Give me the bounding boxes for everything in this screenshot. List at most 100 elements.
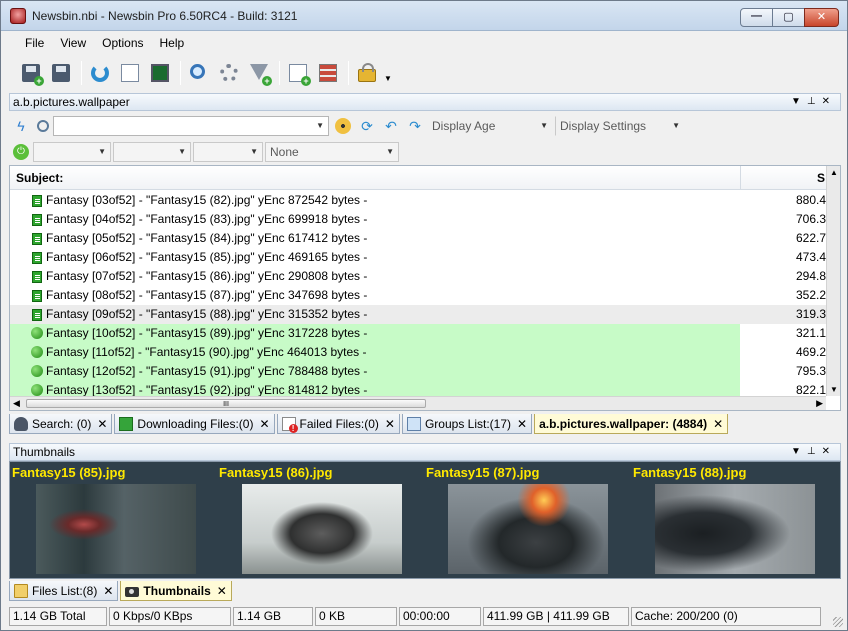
vertical-scrollbar[interactable]: ▲ ▼ — [826, 166, 840, 396]
close-tab-icon[interactable]: ✕ — [97, 417, 107, 431]
size-cell: 321.1 — [795, 326, 826, 340]
close-tab-icon[interactable]: ✕ — [217, 584, 227, 598]
tab[interactable]: Downloading Files:(0) ✕ — [114, 414, 275, 434]
radiation-icon[interactable] — [335, 118, 351, 134]
app-window: Newsbin.nbi - Newsbin Pro 6.50RC4 - Buil… — [0, 0, 848, 631]
status-remaining: 1.14 GB — [233, 607, 313, 626]
tab[interactable]: Search: (0) ✕ — [9, 414, 113, 434]
tab[interactable]: Thumbnails ✕ — [120, 581, 232, 601]
tab[interactable]: Groups List:(17) ✕ — [401, 414, 533, 434]
pin-icon[interactable]: ⊥ — [807, 96, 822, 107]
tab[interactable]: a.b.pictures.wallpaper: (4884) ✕ — [534, 414, 729, 434]
camera-icon — [125, 586, 140, 597]
status-downloaded: 0 KB — [315, 607, 397, 626]
group-panel-title: a.b.pictures.wallpaper — [13, 95, 130, 109]
table-row[interactable]: Fantasy [11of52] - "Fantasy15 (90).jpg" … — [10, 343, 826, 362]
refresh-small-icon[interactable]: ⟳ — [359, 118, 375, 134]
menu-options[interactable]: Options — [94, 36, 151, 50]
chevron-down-icon[interactable]: ▼ — [316, 117, 324, 135]
menu-file[interactable]: File — [17, 36, 52, 50]
size-cell: 294.8 — [795, 269, 826, 283]
close-tab-icon[interactable]: ✕ — [385, 417, 395, 431]
grid-header: Subject: S — [10, 166, 840, 190]
close-tab-icon[interactable]: ✕ — [259, 417, 269, 431]
filter-dropdown-2[interactable]: ▼ — [113, 142, 191, 162]
scroll-right-icon[interactable]: ▶ — [816, 398, 823, 409]
filter-dropdown-4[interactable]: None ▼ — [265, 142, 399, 162]
subject-text: Fantasy [10of52] - "Fantasy15 (89).jpg" … — [46, 326, 368, 340]
table-row[interactable]: Fantasy [12of52] - "Fantasy15 (91).jpg" … — [10, 362, 826, 381]
size-cell: 880.4 — [795, 193, 826, 207]
file-icon — [32, 252, 42, 264]
filter-dropdown-1[interactable]: ▼ — [33, 142, 111, 162]
table-row[interactable]: Fantasy [05of52] - "Fantasy15 (84).jpg" … — [10, 229, 826, 248]
redo-icon[interactable]: ↷ — [407, 118, 423, 134]
scroll-thumb[interactable]: III — [26, 399, 426, 408]
filter-dropdown-3[interactable]: ▼ — [193, 142, 263, 162]
close-button[interactable]: ✕ — [804, 8, 839, 27]
table-row[interactable]: Fantasy [06of52] - "Fantasy15 (85).jpg" … — [10, 248, 826, 267]
table-row[interactable]: Fantasy [07of52] - "Fantasy15 (86).jpg" … — [10, 267, 826, 286]
minimize-button[interactable]: — — [740, 8, 773, 27]
refresh-button[interactable] — [86, 59, 114, 87]
list-add-button[interactable] — [314, 59, 342, 87]
downloaded-ball-icon — [31, 346, 43, 358]
scroll-up-icon[interactable]: ▲ — [830, 168, 838, 177]
subject-column-header[interactable]: Subject: — [16, 171, 63, 185]
tab[interactable]: Files List:(8) ✕ — [9, 581, 119, 601]
undo-icon[interactable]: ↶ — [383, 118, 399, 134]
tab-label: a.b.pictures.wallpaper: (4884) — [539, 416, 708, 431]
display-settings-dropdown[interactable]: Display Settings ▼ — [555, 116, 685, 136]
maximize-button[interactable]: ▢ — [772, 8, 805, 27]
scroll-left-icon[interactable]: ◀ — [13, 398, 20, 409]
menu-help[interactable]: Help — [152, 36, 193, 50]
scroll-down-icon[interactable]: ▼ — [830, 385, 838, 394]
lock-icon — [358, 63, 376, 82]
thumbnail-item[interactable]: Fantasy15 (85).jpg — [10, 462, 215, 578]
thumbnail-image[interactable] — [448, 484, 608, 574]
size-column-header[interactable]: S — [740, 166, 840, 190]
lock-button[interactable] — [353, 59, 381, 87]
close-tab-icon[interactable]: ✕ — [103, 584, 113, 598]
lock-dropdown-icon[interactable]: ▼ — [384, 74, 392, 83]
monitor-button[interactable] — [146, 59, 174, 87]
panel-controls[interactable]: ▼⊥✕ — [791, 444, 836, 460]
horizontal-scrollbar[interactable]: ◀ III ▶ — [10, 396, 826, 410]
size-cell: 795.3 — [795, 364, 826, 378]
thumbnail-item[interactable]: Fantasy15 (87).jpg — [424, 462, 629, 578]
filter-button[interactable]: + — [245, 59, 273, 87]
search-input[interactable]: ▼ — [53, 116, 329, 136]
thumbnail-item[interactable]: Fantasy15 (88).jpg — [631, 462, 836, 578]
table-row[interactable]: Fantasy [09of52] - "Fantasy15 (88).jpg" … — [10, 305, 826, 324]
panel-close-icon[interactable]: ✕ — [822, 446, 836, 457]
table-row[interactable]: Fantasy [04of52] - "Fantasy15 (83).jpg" … — [10, 210, 826, 229]
server-button[interactable] — [116, 59, 144, 87]
search-icon[interactable] — [37, 120, 49, 132]
panel-controls[interactable]: ▼⊥✕ — [791, 94, 836, 110]
table-row[interactable]: Fantasy [10of52] - "Fantasy15 (89).jpg" … — [10, 324, 826, 343]
thumbnail-image[interactable] — [242, 484, 402, 574]
thumbnail-image[interactable] — [655, 484, 815, 574]
group-panel-header: a.b.pictures.wallpaper ▼⊥✕ — [9, 93, 841, 111]
settings-button[interactable] — [215, 59, 243, 87]
thumbnail-item[interactable]: Fantasy15 (86).jpg — [217, 462, 422, 578]
tab[interactable]: Failed Files:(0) ✕ — [276, 414, 400, 434]
save-add-button[interactable]: + — [17, 59, 45, 87]
resize-grip[interactable] — [833, 617, 843, 627]
pin-icon[interactable]: ⊥ — [807, 446, 822, 457]
monitor-icon — [151, 64, 169, 82]
table-row[interactable]: Fantasy [08of52] - "Fantasy15 (87).jpg" … — [10, 286, 826, 305]
panel-close-icon[interactable]: ✕ — [822, 96, 836, 107]
menu-view[interactable]: View — [52, 36, 94, 50]
close-tab-icon[interactable]: ✕ — [713, 417, 723, 431]
close-tab-icon[interactable]: ✕ — [517, 417, 527, 431]
save-button[interactable] — [47, 59, 75, 87]
power-icon[interactable]: ⏻ — [13, 144, 29, 160]
lightning-icon[interactable]: ϟ — [13, 118, 29, 134]
zoom-button[interactable] — [185, 59, 213, 87]
display-age-dropdown[interactable]: Display Age ▼ — [427, 116, 553, 136]
status-disk-space: 411.99 GB | 411.99 GB — [483, 607, 629, 626]
thumbnail-image[interactable] — [36, 484, 196, 574]
doc-add-button[interactable]: + — [284, 59, 312, 87]
table-row[interactable]: Fantasy [03of52] - "Fantasy15 (82).jpg" … — [10, 191, 826, 210]
